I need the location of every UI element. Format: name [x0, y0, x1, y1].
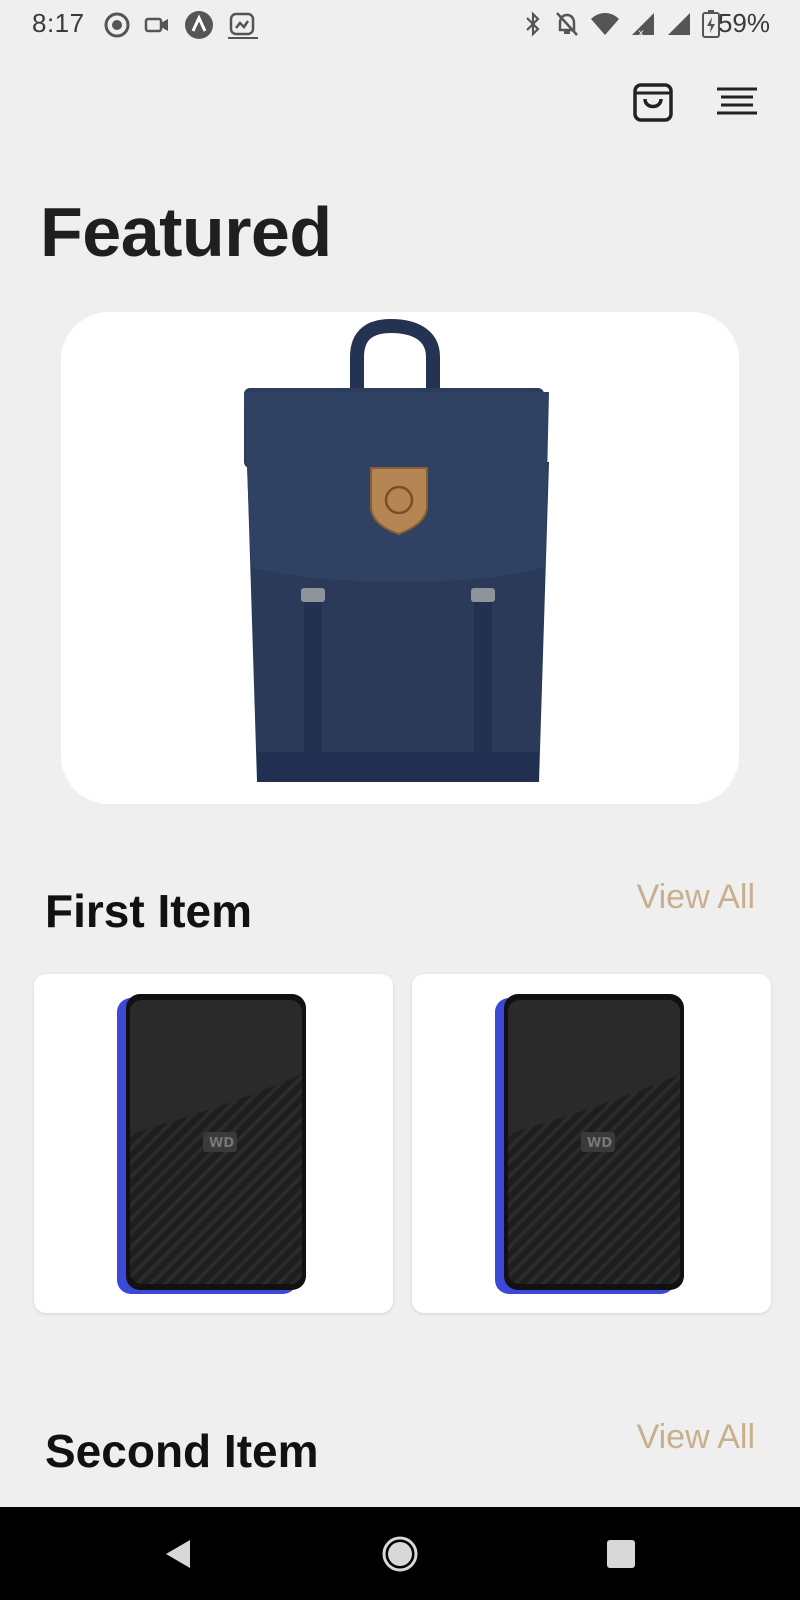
menu-button[interactable]	[714, 78, 760, 124]
signal-icon	[668, 13, 690, 35]
battery-percentage: 59%	[717, 8, 770, 38]
section-header-second: Second Item View All	[45, 1418, 755, 1484]
notifications-off-icon	[556, 12, 578, 36]
shopping-bag-icon	[633, 83, 673, 122]
view-all-link[interactable]: View All	[637, 1418, 755, 1457]
section-title: First Item	[45, 885, 253, 937]
view-all-link[interactable]: View All	[637, 878, 755, 917]
navigation-bar	[0, 1507, 800, 1600]
signal-x-icon: x	[632, 13, 654, 37]
product-grid: WD WD	[34, 974, 771, 1314]
cart-button[interactable]	[630, 78, 676, 124]
hard-drive-image: WD	[117, 994, 306, 1294]
back-button[interactable]	[152, 1529, 202, 1579]
header-actions	[630, 78, 760, 124]
backpack-image	[244, 318, 549, 782]
hard-drive-image: WD	[495, 994, 684, 1294]
home-button[interactable]	[375, 1529, 425, 1579]
video-camera-icon	[144, 17, 168, 33]
page-title: Featured	[40, 193, 332, 271]
product-card[interactable]: WD	[34, 974, 393, 1313]
svg-text:WD: WD	[587, 1136, 612, 1151]
recents-button[interactable]	[596, 1529, 646, 1579]
a-circle-icon	[185, 11, 213, 39]
status-left-icons	[104, 10, 258, 40]
play-circle-icon	[104, 12, 130, 38]
recents-square-icon	[607, 1540, 635, 1568]
product-card[interactable]: WD	[412, 974, 771, 1313]
status-time: 8:17	[32, 8, 85, 38]
featured-card[interactable]	[61, 312, 739, 804]
bluetooth-icon	[526, 11, 540, 37]
section-title: Second Item	[45, 1425, 319, 1477]
home-circle-icon	[382, 1536, 418, 1572]
status-bar: 8:17 x 59%	[0, 0, 800, 48]
svg-text:WD: WD	[209, 1136, 234, 1151]
screenshot-icon	[228, 12, 258, 39]
svg-text:x: x	[638, 28, 644, 37]
wifi-icon	[591, 13, 619, 35]
status-right-icons: x	[522, 10, 720, 38]
menu-icon	[717, 87, 757, 115]
back-triangle-icon	[166, 1540, 190, 1568]
section-header-first: First Item View All	[45, 878, 755, 944]
